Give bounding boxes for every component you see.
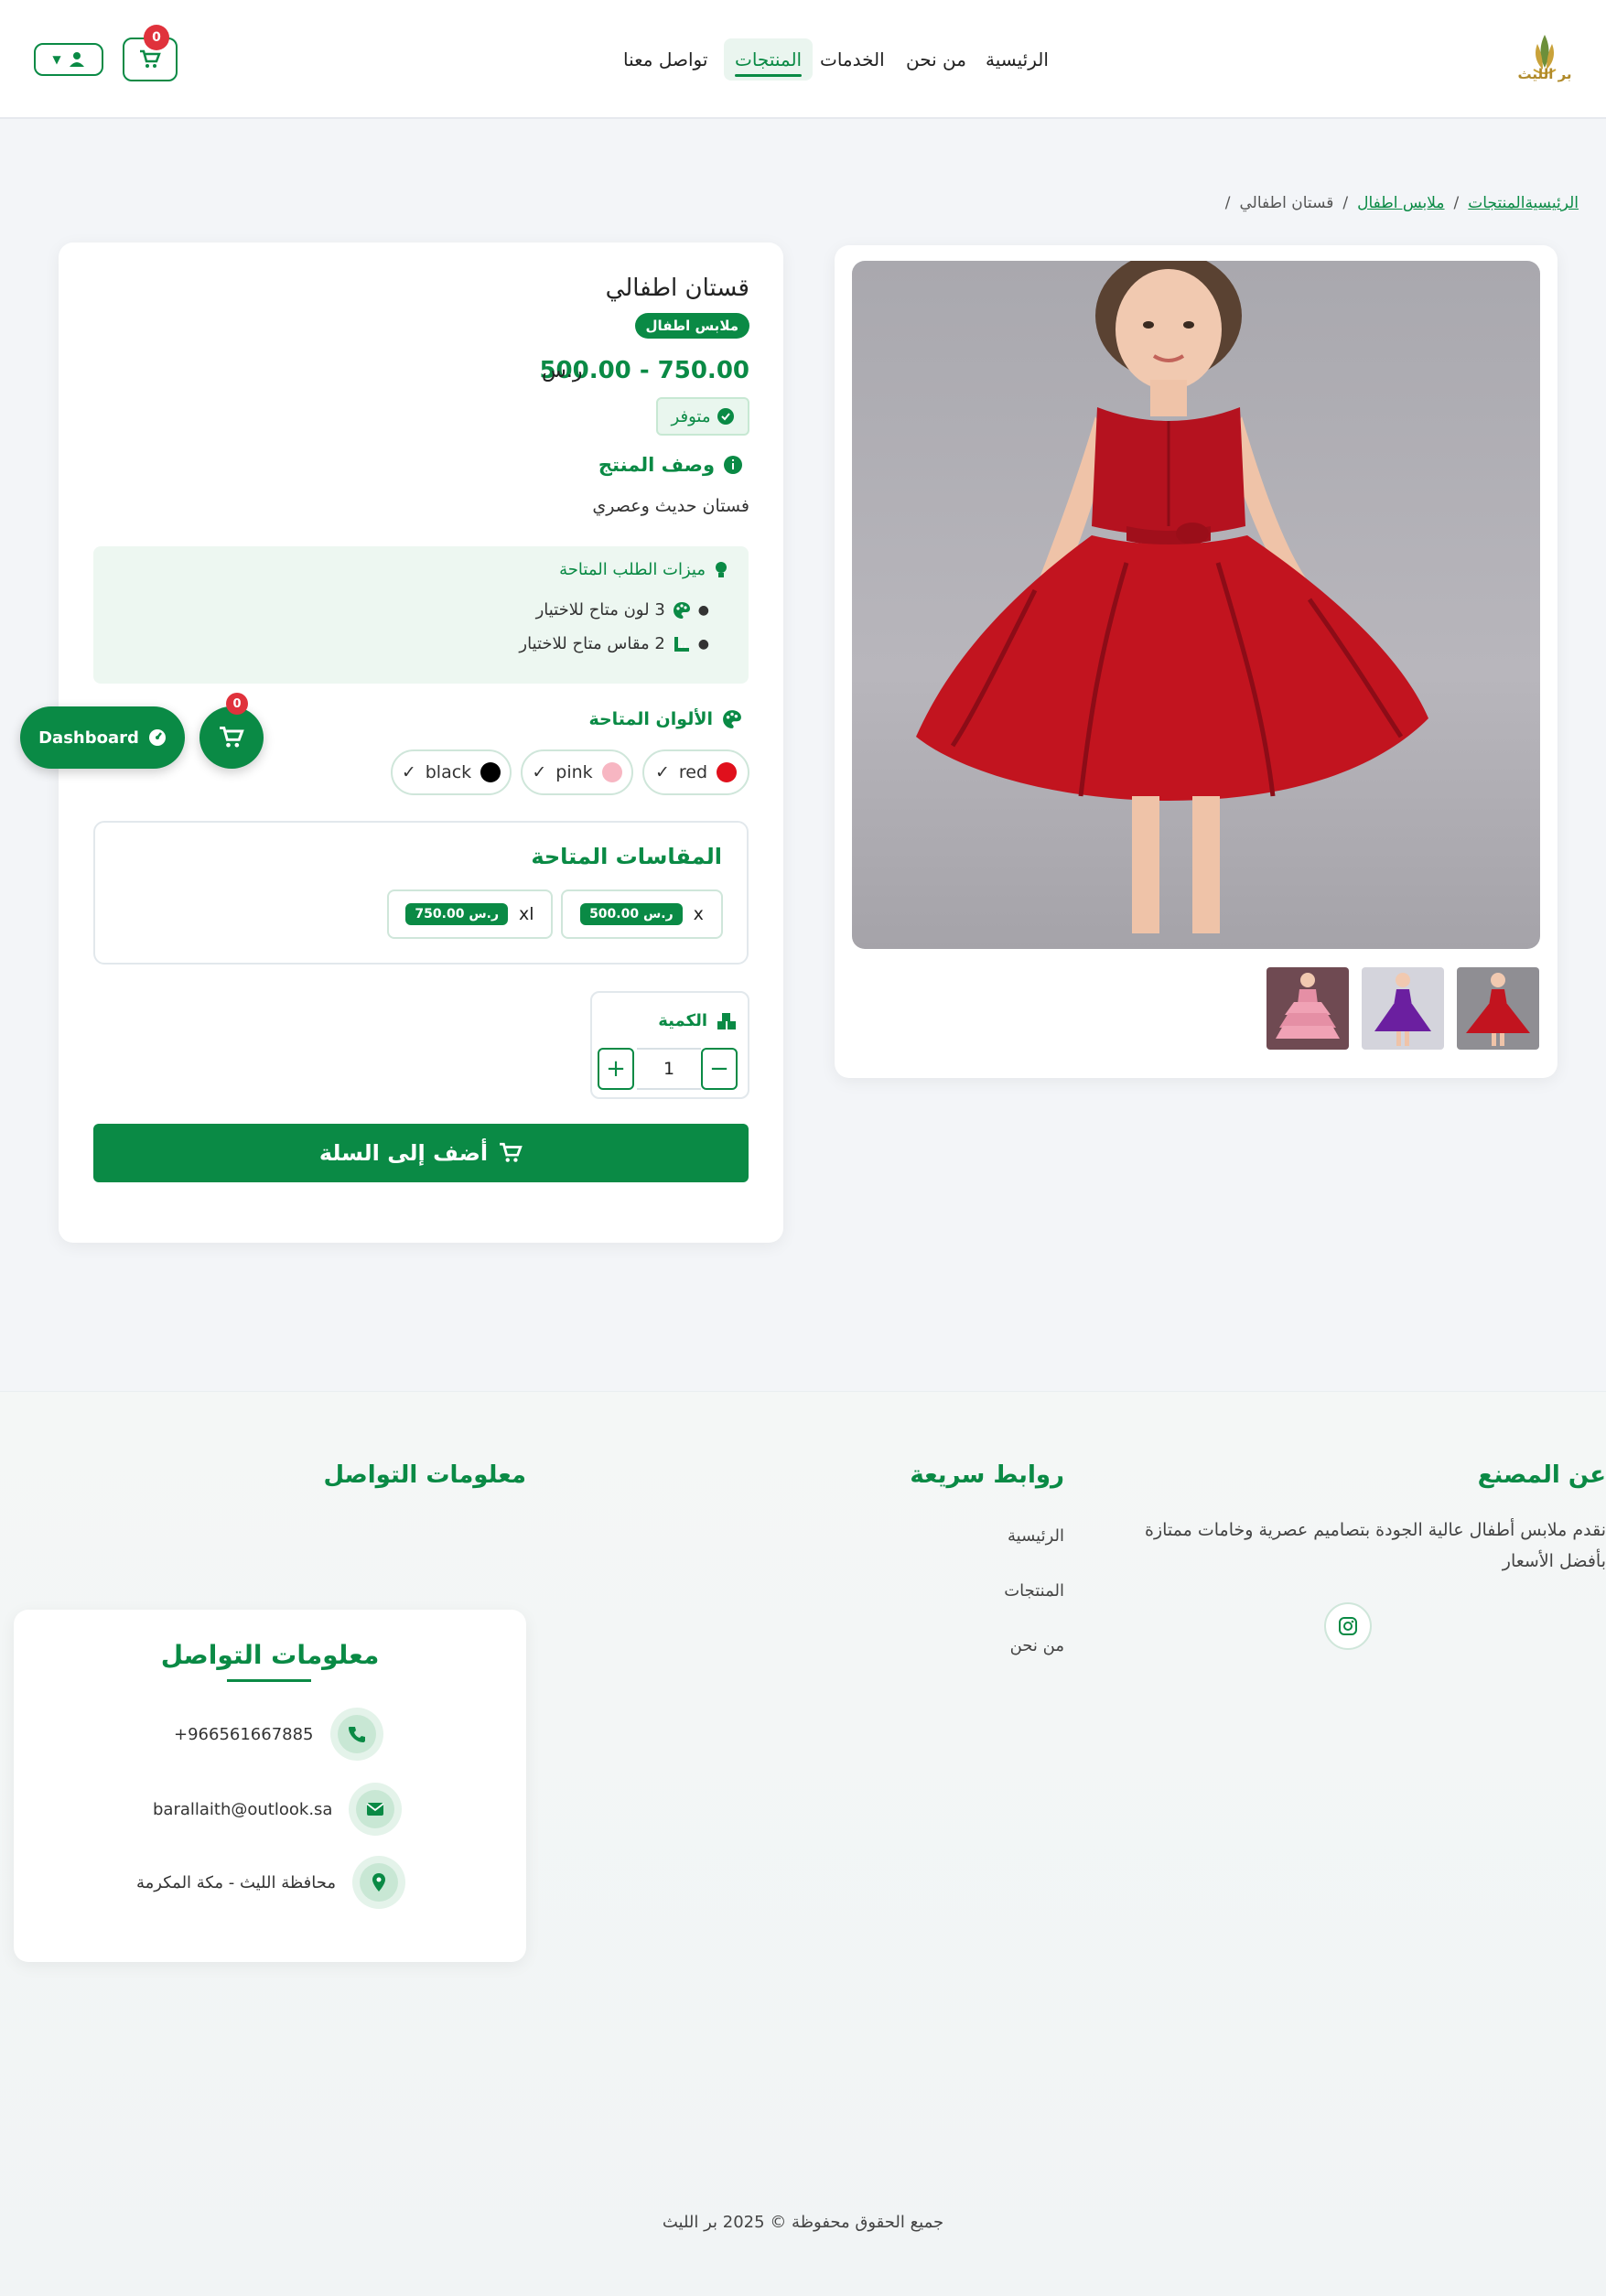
instagram-link[interactable] [1324,1602,1372,1650]
quantity-decrease-button[interactable]: − [701,1048,738,1090]
size-price: 500.00 ر.س [580,903,683,925]
breadcrumb-products[interactable]: المنتجات [1468,194,1525,212]
stock-status: متوفر [656,397,749,436]
color-swatch [601,762,622,782]
product-description: فستان حديث وعصري [592,496,749,516]
dashboard-button[interactable]: Dashboard [20,706,185,769]
footer-link-home[interactable]: الرئيسية [1008,1526,1064,1546]
size-price: 750.00 ر.س [405,903,509,925]
lightbulb-icon [716,561,727,577]
floating-cart-button[interactable] [199,706,264,769]
logo-text: بر الليث [1517,66,1572,82]
floating-cart-badge: 0 [226,693,248,715]
footer-about-title: عن المصنع [1477,1461,1606,1489]
quantity-title: الكمية [658,1011,737,1030]
cart-icon [500,1142,523,1162]
instagram-icon [1339,1617,1357,1635]
breadcrumb-category[interactable]: ملابس اطفال [1357,194,1444,212]
footer-link-products[interactable]: المنتجات [1004,1581,1064,1601]
contact-phone: +966561667885 [174,1708,383,1761]
nav-services[interactable]: الخدمات [820,38,885,81]
contact-card-title: معلومات التواصل [160,1640,380,1670]
quantity-increase-button[interactable]: + [598,1048,634,1090]
phone-icon [348,1727,365,1742]
cart-icon [220,727,244,748]
site-logo[interactable]: بر الليث [1510,26,1579,95]
features-title: ميزات الطلب المتاحة [559,560,728,579]
thumbnail-pink[interactable] [1266,967,1349,1050]
size-option-x[interactable]: 500.00 ر.س x [561,889,723,939]
check-circle-icon [717,408,735,425]
thumbnail-red[interactable] [1457,967,1539,1050]
product-title: قستان اطفالي [605,275,749,302]
stock-label: متوفر [671,406,711,426]
user-icon [69,52,84,67]
price-currency: ر.س [542,360,583,383]
category-badge: ملابس اطفال [634,313,749,339]
color-option-red[interactable]: ✓ red [642,749,749,795]
info-icon [724,456,742,474]
copyright-text: جميع الحقوق محفوظة © 2025 بر الليث [662,2213,944,2232]
boxes-icon [717,1012,736,1029]
chevron-down-icon: ▼ [52,53,61,66]
breadcrumb-home[interactable]: الرئيسية [1525,194,1579,212]
nav-products[interactable]: المنتجات [724,38,814,81]
user-menu-button[interactable]: ▼ [34,43,103,76]
product-main-image[interactable] [852,261,1540,949]
palette-icon [723,710,741,728]
feature-item: ● 2 مقاس متاح للاختيار [519,634,709,653]
footer-contact-title: معلومات التواصل [323,1461,526,1489]
sizes-title: المقاسات المتاحة [531,844,722,869]
envelope-icon [366,1803,385,1816]
ruler-icon [674,636,689,652]
size-option-xl[interactable]: 750.00 ر.س xl [387,889,553,939]
contact-email: barallaith@outlook.sa [153,1783,403,1836]
check-icon: ✓ [401,762,416,782]
quantity-input[interactable]: 1 [637,1048,701,1090]
color-option-pink[interactable]: ✓ pink [521,749,633,795]
email-link[interactable]: barallaith@outlook.sa [153,1800,332,1819]
location-pin-icon [372,1873,385,1892]
footer-links-title: روابط سريعة [910,1461,1064,1489]
footer-about-text: نقدم ملابس أطفال عالية الجودة بتصاميم عص… [1145,1520,1606,1571]
feature-item: ● 3 لون متاح للاختيار [535,600,709,620]
phone-link[interactable]: +966561667885 [174,1725,314,1744]
cart-icon [140,49,161,68]
check-icon: ✓ [532,762,547,782]
color-swatch [480,762,501,782]
palette-icon [673,601,690,619]
breadcrumb: الرئيسيةالمنتجات / ملابس اطفال / قستان ا… [1224,194,1579,212]
nav-about[interactable]: من نحن [906,38,966,81]
colors-title: الألوان المتاحة [588,709,742,729]
footer-link-about[interactable]: من نحن [1010,1636,1064,1655]
title-underline [227,1679,311,1682]
contact-address: محافظة الليث - مكة المكرمة [136,1856,405,1909]
description-title: وصف المنتج [598,454,742,476]
add-to-cart-button[interactable]: أضف إلى السلة [93,1124,749,1182]
thumbnail-purple[interactable] [1362,967,1444,1050]
check-icon: ✓ [654,762,670,782]
color-option-black[interactable]: ✓ black [391,749,512,795]
header-cart-badge: 0 [144,25,169,50]
nav-contact[interactable]: تواصل معنا [623,38,707,81]
nav-home[interactable]: الرئيسية [986,38,1049,81]
gauge-icon [148,729,166,746]
breadcrumb-current: قستان اطفالي [1239,194,1334,212]
color-swatch [717,762,738,782]
